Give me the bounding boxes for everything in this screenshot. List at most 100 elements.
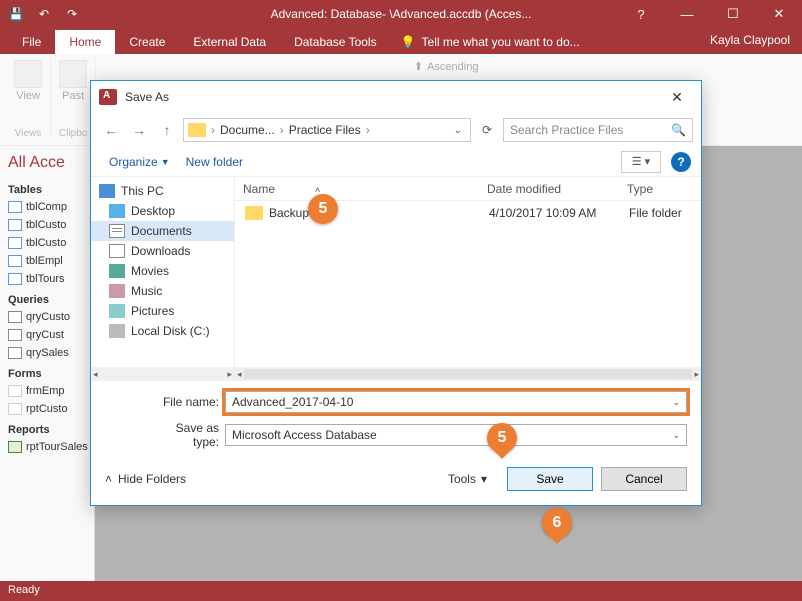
chevron-down-icon: ▼ — [161, 157, 170, 167]
column-header-type[interactable]: Type — [619, 182, 701, 196]
tree-item-desktop[interactable]: Desktop — [91, 201, 234, 221]
navpane-section-queries[interactable]: Queries — [4, 288, 90, 308]
quick-access-toolbar: 💾 ↶ ↷ — [0, 6, 80, 22]
chevron-right-icon[interactable]: › — [363, 123, 373, 137]
search-icon: 🔍 — [671, 123, 686, 137]
nav-back-button[interactable]: ← — [99, 118, 123, 142]
save-icon[interactable]: 💾 — [8, 6, 24, 22]
breadcrumb-dropdown[interactable]: ⌄ — [450, 125, 466, 136]
file-scrollbar[interactable]: ◂▸ — [235, 367, 701, 381]
status-bar: Ready — [0, 581, 802, 601]
paste-button[interactable]: Past — [59, 60, 87, 102]
refresh-button[interactable]: ⟳ — [475, 118, 499, 142]
window-titlebar: 💾 ↶ ↷ Advanced: Database- \Advanced.accd… — [0, 0, 802, 28]
tree-item-this-pc[interactable]: This PC — [91, 181, 234, 201]
lightbulb-icon: 💡 — [401, 35, 416, 49]
nav-up-button[interactable]: ↑ — [155, 118, 179, 142]
save-button[interactable]: Save — [507, 467, 593, 491]
view-button[interactable]: View — [14, 60, 42, 102]
breadcrumb-part[interactable]: Docume... — [220, 123, 275, 137]
breadcrumb-part[interactable]: Practice Files — [289, 123, 361, 137]
tree-item-local-disk[interactable]: Local Disk (C:) — [91, 321, 234, 341]
column-header-date[interactable]: Date modified — [479, 182, 619, 196]
form-icon — [8, 403, 22, 415]
tell-me-search[interactable]: 💡 Tell me what you want to do... — [391, 30, 590, 54]
user-name[interactable]: Kayla Claypool — [710, 33, 790, 47]
undo-icon[interactable]: ↶ — [36, 6, 52, 22]
nav-item-form[interactable]: frmEmp — [4, 382, 90, 400]
tree-item-downloads[interactable]: Downloads — [91, 241, 234, 261]
chevron-right-icon[interactable]: › — [277, 123, 287, 137]
callout-tail — [494, 451, 510, 467]
tab-database-tools[interactable]: Database Tools — [280, 30, 391, 54]
table-icon — [8, 201, 22, 213]
nav-item-query[interactable]: qryCusto — [4, 308, 90, 326]
maximize-button[interactable]: ☐ — [710, 0, 756, 28]
chevron-down-icon: ▾ — [481, 472, 487, 486]
help-button[interactable]: ? — [618, 0, 664, 28]
save-as-type-label: Save as type: — [147, 421, 225, 449]
hide-folders-button[interactable]: ˄ Hide Folders — [105, 472, 186, 486]
disk-icon — [109, 324, 125, 338]
view-mode-button[interactable]: ☰ ▾ — [621, 151, 661, 173]
query-icon — [8, 347, 22, 359]
tree-scrollbar[interactable]: ◂▸ — [91, 367, 234, 381]
minimize-button[interactable]: — — [664, 0, 710, 28]
navpane-title[interactable]: All Acce — [4, 152, 90, 178]
nav-item-table[interactable]: tblComp — [4, 198, 90, 216]
dialog-nav-row: ← → ↑ › Docume... › Practice Files › ⌄ ⟳… — [91, 113, 701, 147]
nav-item-table[interactable]: tblCusto — [4, 234, 90, 252]
help-button[interactable]: ? — [671, 152, 691, 172]
group-label-clipboard: Clipbo — [59, 126, 87, 139]
desktop-icon — [109, 204, 125, 218]
pc-icon — [99, 184, 115, 198]
nav-item-query[interactable]: qrySales — [4, 344, 90, 362]
nav-item-report[interactable]: rptTourSales — [4, 438, 90, 456]
nav-item-form[interactable]: rptCusto — [4, 400, 90, 418]
save-as-type-select[interactable]: Microsoft Access Database ⌄ — [225, 424, 687, 446]
close-window-button[interactable]: ✕ — [756, 0, 802, 28]
tree-item-music[interactable]: Music — [91, 281, 234, 301]
form-icon — [8, 385, 22, 397]
dialog-close-button[interactable]: ✕ — [661, 85, 693, 109]
search-input[interactable]: Search Practice Files 🔍 — [503, 118, 693, 142]
new-folder-button[interactable]: New folder — [178, 151, 251, 173]
tab-external-data[interactable]: External Data — [179, 30, 280, 54]
tab-home[interactable]: Home — [55, 30, 115, 54]
nav-item-table[interactable]: tblCusto — [4, 216, 90, 234]
file-row[interactable]: Backups 4/10/2017 10:09 AM File folder — [235, 201, 701, 225]
chevron-right-icon[interactable]: › — [208, 123, 218, 137]
nav-item-table[interactable]: tblEmpl — [4, 252, 90, 270]
tab-create[interactable]: Create — [115, 30, 179, 54]
file-name-input[interactable]: Advanced_2017-04-10 ⌄ — [225, 391, 687, 413]
dialog-titlebar: Save As ✕ — [91, 81, 701, 113]
column-header-name[interactable]: Name˄ — [235, 182, 479, 196]
nav-forward-button[interactable]: → — [127, 118, 151, 142]
tell-me-label: Tell me what you want to do... — [422, 35, 580, 49]
navpane-section-tables[interactable]: Tables — [4, 178, 90, 198]
status-text: Ready — [8, 584, 40, 596]
chevron-down-icon[interactable]: ⌄ — [672, 430, 680, 441]
file-list: Name˄ Date modified Type Backups 4/10/20… — [235, 177, 701, 381]
tree-item-pictures[interactable]: Pictures — [91, 301, 234, 321]
navpane-section-reports[interactable]: Reports — [4, 418, 90, 438]
tab-file[interactable]: File — [8, 30, 55, 54]
window-title: Advanced: Database- \Advanced.accdb (Acc… — [271, 7, 532, 21]
navpane-section-forms[interactable]: Forms — [4, 362, 90, 382]
file-name-cell: Backups — [269, 206, 489, 220]
search-placeholder: Search Practice Files — [510, 123, 623, 137]
redo-icon[interactable]: ↷ — [64, 6, 80, 22]
breadcrumb[interactable]: › Docume... › Practice Files › ⌄ — [183, 118, 471, 142]
chevron-down-icon[interactable]: ⌄ — [672, 397, 680, 408]
tree-item-documents[interactable]: Documents — [91, 221, 234, 241]
tree-item-movies[interactable]: Movies — [91, 261, 234, 281]
cancel-button[interactable]: Cancel — [601, 467, 687, 491]
tools-dropdown[interactable]: Tools▾ — [448, 472, 487, 486]
nav-item-table[interactable]: tblTours — [4, 270, 90, 288]
organize-button[interactable]: Organize▼ — [101, 151, 178, 173]
music-icon — [109, 284, 125, 298]
folder-icon — [245, 206, 263, 220]
nav-item-query[interactable]: qryCust — [4, 326, 90, 344]
ribbon-tabs: File Home Create External Data Database … — [0, 28, 802, 54]
sort-ascending[interactable]: ⬆Ascending — [414, 60, 479, 73]
